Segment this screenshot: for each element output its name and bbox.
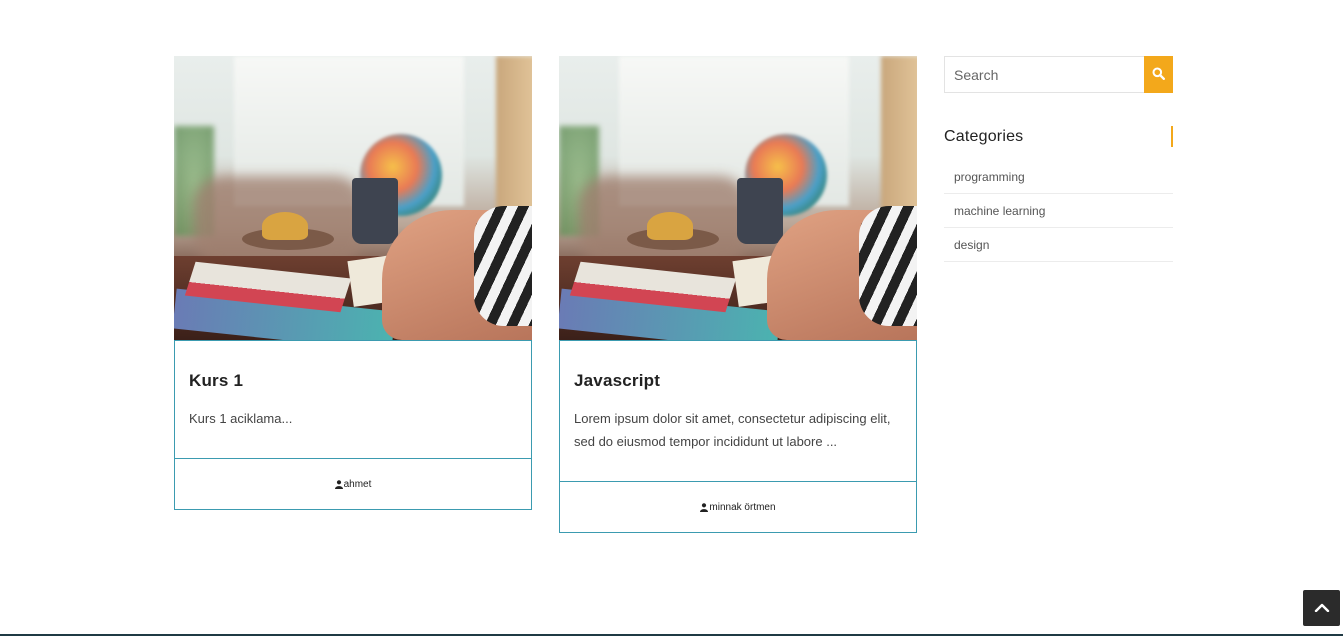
post-title[interactable]: Kurs 1: [189, 371, 517, 391]
post-meta: ahmet: [175, 458, 531, 509]
post-image[interactable]: [174, 56, 532, 340]
user-icon: [700, 502, 709, 512]
category-item-design[interactable]: design: [944, 228, 1173, 262]
search-input[interactable]: [944, 56, 1144, 93]
category-item-programming[interactable]: programming: [944, 160, 1173, 194]
post-excerpt: Lorem ipsum dolor sit amet, consectetur …: [574, 411, 891, 449]
user-icon: [334, 479, 343, 489]
search-icon: [1152, 67, 1166, 83]
categories-list: programming machine learning design: [944, 160, 1173, 262]
sidebar-search: [944, 56, 1173, 93]
post-meta: minnak örtmen: [560, 481, 916, 532]
category-item-machine-learning[interactable]: machine learning: [944, 194, 1173, 228]
post-author[interactable]: minnak örtmen: [709, 502, 775, 513]
post-card: Kurs 1 Kurs 1 aciklama... ahmet: [174, 56, 532, 510]
search-button[interactable]: [1144, 56, 1173, 93]
post-title[interactable]: Javascript: [574, 371, 902, 391]
post-image[interactable]: [559, 56, 917, 340]
chevron-up-icon: [1314, 599, 1330, 617]
post-excerpt: Kurs 1 aciklama...: [189, 411, 293, 426]
scroll-top-button[interactable]: [1303, 590, 1340, 626]
post-card: Javascript Lorem ipsum dolor sit amet, c…: [559, 56, 917, 533]
categories-widget: Categories programming machine learning …: [944, 126, 1173, 262]
post-author[interactable]: ahmet: [344, 479, 372, 490]
categories-title: Categories: [944, 126, 1173, 147]
